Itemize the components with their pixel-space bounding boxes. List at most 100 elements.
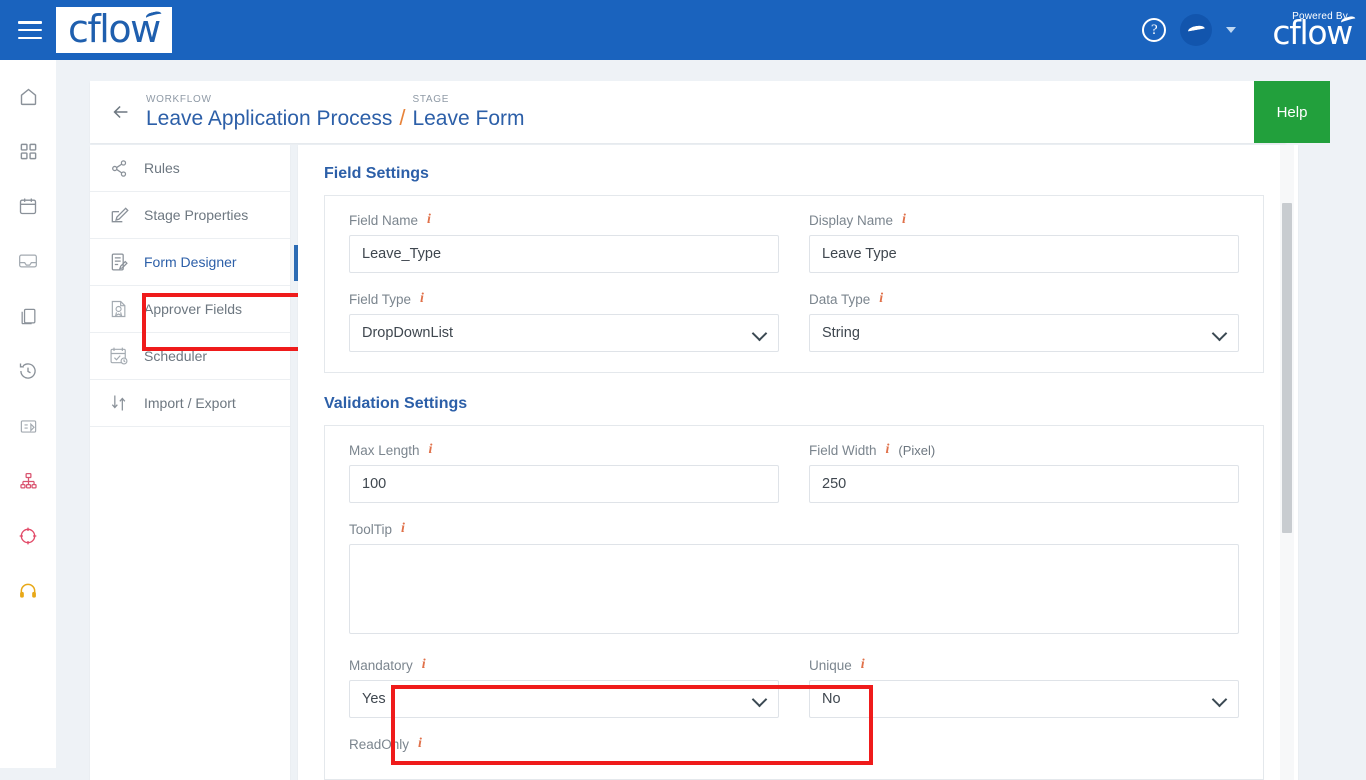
mandatory-select-wrap: Yes	[349, 680, 779, 718]
display-name-group: Display Name i	[809, 212, 1239, 273]
menu-item-scheduler[interactable]: Scheduler	[90, 333, 290, 380]
field-width-label: Field Width i (Pixel)	[809, 442, 1239, 458]
stage-menu-card: Rules Stage Properties Form Designer App…	[90, 145, 299, 780]
top-bar: cflow ? Powered By cflow	[0, 0, 1366, 60]
field-width-unit: (Pixel)	[898, 442, 936, 458]
form-settings-panel: Field Settings Field Name i Display Name…	[298, 145, 1298, 780]
documents-icon[interactable]	[8, 298, 48, 334]
tooltip-textarea[interactable]	[349, 544, 1239, 634]
mandatory-label-text: Mandatory	[349, 657, 413, 673]
info-italic-icon[interactable]: i	[879, 291, 883, 307]
scrollbar-thumb[interactable]	[1282, 203, 1292, 533]
info-italic-icon[interactable]: i	[886, 442, 890, 458]
breadcrumb: WORKFLOW Leave Application Process / STA…	[146, 94, 525, 131]
field-name-label: Field Name i	[349, 212, 779, 228]
menu-item-stage-properties[interactable]: Stage Properties	[90, 192, 290, 239]
reports-icon[interactable]	[8, 408, 48, 444]
home-icon[interactable]	[8, 78, 48, 114]
history-clock-icon[interactable]	[8, 353, 48, 389]
tooltip-label: ToolTip i	[349, 521, 1239, 537]
powered-by-cflow-logo[interactable]: Powered By cflow	[1272, 11, 1353, 50]
readonly-label: ReadOnly i	[349, 736, 779, 752]
info-italic-icon[interactable]: i	[429, 442, 433, 458]
unique-label: Unique i	[809, 657, 1239, 673]
inbox-icon[interactable]	[8, 243, 48, 279]
brand-wordmark: cflow	[68, 7, 161, 51]
breadcrumb-stage-kicker: STAGE	[412, 93, 450, 105]
field-name-input[interactable]	[349, 235, 779, 273]
breadcrumb-workflow[interactable]: WORKFLOW Leave Application Process	[146, 94, 392, 131]
field-type-select[interactable]: DropDownList	[349, 314, 779, 352]
info-italic-icon[interactable]: i	[861, 657, 865, 673]
field-width-input[interactable]	[809, 465, 1239, 503]
max-length-group: Max Length i	[349, 442, 779, 503]
data-type-group: Data Type i String	[809, 291, 1239, 352]
breadcrumb-workflow-kicker: WORKFLOW	[146, 93, 212, 105]
readonly-group: ReadOnly i	[349, 736, 779, 759]
menu-item-label: Rules	[144, 160, 180, 176]
info-italic-icon[interactable]: i	[401, 521, 405, 537]
data-type-select[interactable]: String	[809, 314, 1239, 352]
display-name-label-text: Display Name	[809, 212, 894, 228]
field-type-group: Field Type i DropDownList	[349, 291, 779, 352]
menu-item-form-designer[interactable]: Form Designer	[90, 239, 299, 286]
brand-logo[interactable]: cflow	[56, 7, 172, 53]
unique-select-wrap: No	[809, 680, 1239, 718]
field-width-group: Field Width i (Pixel)	[809, 442, 1239, 503]
info-italic-icon[interactable]: i	[418, 736, 422, 752]
field-type-select-wrap: DropDownList	[349, 314, 779, 352]
breadcrumb-stage[interactable]: STAGE Leave Form	[412, 94, 524, 131]
headset-support-icon[interactable]	[8, 573, 48, 609]
data-type-select-wrap: String	[809, 314, 1239, 352]
unique-group: Unique i No	[809, 657, 1239, 718]
chevron-down-icon[interactable]	[1226, 27, 1237, 33]
mandatory-select[interactable]: Yes	[349, 680, 779, 718]
calendar-icon[interactable]	[8, 188, 48, 224]
mandatory-group: Mandatory i Yes	[349, 657, 779, 718]
menu-item-approver-fields[interactable]: Approver Fields	[90, 286, 290, 333]
calendar-check-icon	[106, 344, 132, 368]
field-settings-box: Field Name i Display Name i	[324, 195, 1264, 373]
info-italic-icon[interactable]: i	[902, 212, 906, 228]
field-name-group: Field Name i	[349, 212, 779, 273]
breadcrumb-workflow-title[interactable]: Leave Application Process	[146, 106, 392, 131]
display-name-input[interactable]	[809, 235, 1239, 273]
topbar-right-group: ? Powered By cflow	[1142, 11, 1366, 50]
workspace: WORKFLOW Leave Application Process / STA…	[56, 60, 1366, 780]
hamburger-menu-icon[interactable]	[18, 21, 42, 39]
breadcrumb-stage-title[interactable]: Leave Form	[412, 106, 524, 131]
menu-item-rules[interactable]: Rules	[90, 145, 290, 192]
info-italic-icon[interactable]: i	[422, 657, 426, 673]
max-length-input[interactable]	[349, 465, 779, 503]
readonly-spacer	[809, 736, 1239, 759]
max-length-label-text: Max Length	[349, 442, 420, 458]
menu-item-import-export[interactable]: Import / Export	[90, 380, 290, 427]
breadcrumb-bar: WORKFLOW Leave Application Process / STA…	[90, 81, 1286, 143]
readonly-label-text: ReadOnly	[349, 736, 410, 752]
import-export-arrows-icon	[106, 391, 132, 415]
form-panel-scrollbar[interactable]	[1280, 145, 1294, 780]
user-avatar-icon[interactable]	[1180, 14, 1213, 46]
help-button[interactable]: Help	[1254, 81, 1330, 143]
breadcrumb-separator: /	[399, 104, 406, 130]
dashboard-grid-icon[interactable]	[8, 133, 48, 169]
tooltip-group: ToolTip i	[349, 521, 1239, 639]
edit-square-icon	[106, 203, 132, 227]
share-nodes-icon	[106, 156, 132, 180]
info-italic-icon[interactable]: i	[420, 291, 424, 307]
data-type-label-text: Data Type	[809, 291, 871, 307]
unique-select[interactable]: No	[809, 680, 1239, 718]
help-question-icon[interactable]: ?	[1142, 18, 1167, 42]
validation-settings-box: Max Length i Field Width i (Pixel)	[324, 425, 1264, 780]
target-icon[interactable]	[8, 518, 48, 554]
info-italic-icon[interactable]: i	[427, 212, 431, 228]
field-settings-title: Field Settings	[324, 165, 429, 182]
field-type-label-text: Field Type	[349, 291, 412, 307]
workflow-tree-icon[interactable]	[8, 463, 48, 499]
back-arrow-icon[interactable]	[104, 95, 138, 129]
display-name-label: Display Name i	[809, 212, 1239, 228]
data-type-label: Data Type i	[809, 291, 1239, 307]
unique-label-text: Unique	[809, 657, 852, 673]
validation-settings-title: Validation Settings	[324, 395, 468, 412]
menu-item-label: Import / Export	[144, 395, 236, 411]
